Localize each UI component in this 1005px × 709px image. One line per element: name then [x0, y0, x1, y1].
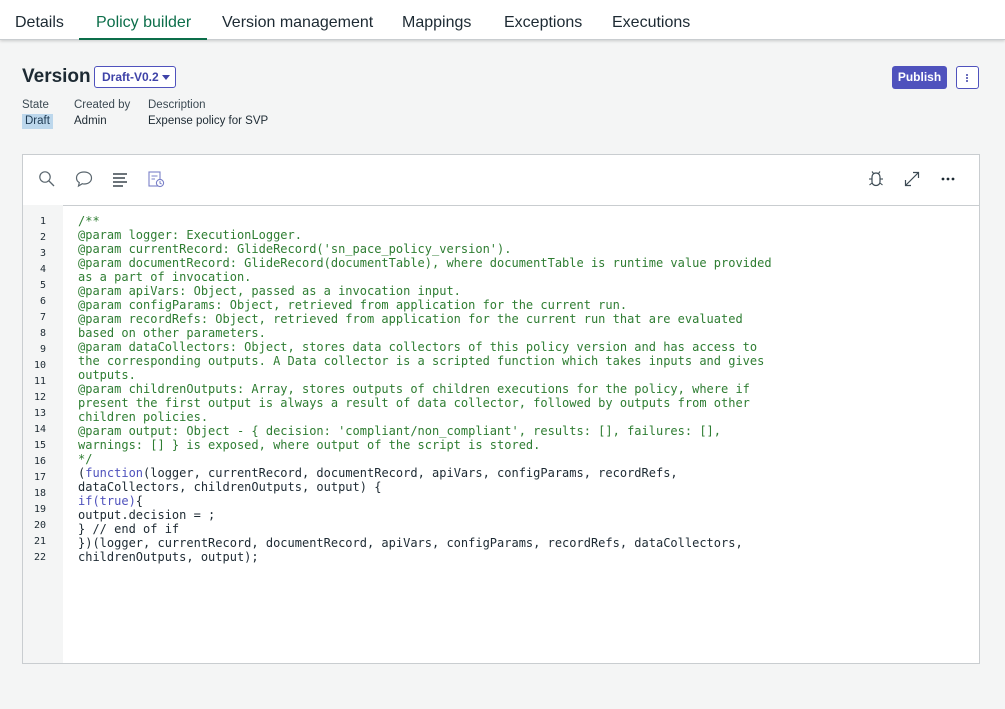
description-value: Expense policy for SVP: [148, 115, 269, 127]
line-number: 15: [33, 440, 46, 451]
code-line: })(logger, currentRecord, documentRecord…: [78, 536, 743, 550]
line-number: 10: [33, 360, 46, 371]
line-number: 21: [33, 536, 46, 547]
tab-bar: Details Policy builder Version managemen…: [0, 0, 1005, 40]
line-number: 16: [33, 456, 46, 467]
code-line: @param apiVars: Object, passed as a invo…: [78, 284, 461, 298]
line-number: 2: [39, 232, 46, 243]
line-number: 1: [39, 216, 46, 227]
code-line: (function(logger, currentRecord, documen…: [78, 466, 678, 480]
version-select-value: Draft-V0.2: [102, 70, 159, 84]
code-line: /**: [78, 214, 100, 228]
code-line: dataCollectors, childrenOutputs, output)…: [78, 480, 382, 494]
publish-button[interactable]: Publish: [892, 66, 947, 89]
tab-exceptions[interactable]: Exceptions: [504, 0, 582, 39]
code-line: outputs.: [78, 368, 136, 382]
code-line: @param recordRefs: Object, retrieved fro…: [78, 312, 743, 326]
line-number: 9: [39, 344, 46, 355]
script-editor: 1 2 3 4 5 6 7 8 9 10 11 12 13 14 15 16 1…: [22, 154, 980, 664]
code-line: children policies.: [78, 410, 209, 424]
code-line: present the first output is always a res…: [78, 396, 750, 410]
keyword: if(true): [78, 494, 136, 508]
line-number: 22: [33, 552, 46, 563]
tab-mappings[interactable]: Mappings: [402, 0, 471, 39]
version-title: Version: [22, 66, 91, 87]
code-line: warnings: [] } is exposed, where output …: [78, 438, 541, 452]
line-number: 8: [39, 328, 46, 339]
more-vertical-icon[interactable]: [956, 66, 979, 89]
code-line: } // end of if: [78, 522, 180, 536]
state-badge: Draft: [22, 114, 53, 129]
caret-down-icon: [162, 75, 170, 80]
line-number: 11: [33, 376, 46, 387]
code-line: @param dataCollectors: Object, stores da…: [78, 340, 758, 354]
line-number: 5: [39, 280, 46, 291]
line-number: 7: [39, 312, 46, 323]
code-line: if(true){: [78, 494, 144, 508]
expand-icon[interactable]: [902, 169, 922, 189]
tab-executions[interactable]: Executions: [612, 0, 690, 39]
code-line: */: [78, 452, 93, 466]
line-number: 4: [39, 264, 46, 275]
more-horizontal-icon[interactable]: [938, 169, 958, 189]
code-line: as a part of invocation.: [78, 270, 252, 284]
line-number: 6: [39, 296, 46, 307]
code-line: @param output: Object - { decision: 'com…: [78, 424, 721, 438]
debug-icon[interactable]: [866, 169, 886, 189]
line-number-gutter: 1 2 3 4 5 6 7 8 9 10 11 12 13 14 15 16 1…: [23, 205, 63, 663]
line-number: 18: [33, 488, 46, 499]
code-line: @param childrenOutputs: Array, stores ou…: [78, 382, 750, 396]
line-number: 13: [33, 408, 46, 419]
created-by-label: Created by: [74, 99, 131, 111]
tab-version-management[interactable]: Version management: [222, 0, 373, 39]
line-number: 19: [33, 504, 46, 515]
search-icon[interactable]: [37, 169, 57, 189]
code-line: output.decision = ;: [78, 508, 216, 522]
tab-details[interactable]: Details: [15, 0, 64, 39]
state-label: State: [22, 99, 49, 111]
code-line: @param logger: ExecutionLogger.: [78, 228, 302, 242]
code-line: @param documentRecord: GlideRecord(docum…: [78, 256, 772, 270]
code-line: based on other parameters.: [78, 326, 266, 340]
code-line: the corresponding outputs. A Data collec…: [78, 354, 765, 368]
line-number: 12: [33, 392, 46, 403]
line-number: 3: [39, 248, 46, 259]
code-line: childrenOutputs, output);: [78, 550, 259, 564]
line-number: 20: [33, 520, 46, 531]
editor-toolbar: [23, 155, 979, 206]
created-by-value: Admin: [74, 115, 107, 127]
version-select[interactable]: Draft-V0.2: [94, 66, 176, 88]
code-line: @param configParams: Object, retrieved f…: [78, 298, 628, 312]
code-line: @param currentRecord: GlideRecord('sn_pa…: [78, 242, 512, 256]
format-icon[interactable]: [110, 169, 130, 189]
description-label: Description: [148, 99, 206, 111]
line-number: 17: [33, 472, 46, 483]
tab-policy-builder[interactable]: Policy builder: [78, 0, 208, 40]
comment-icon[interactable]: [74, 169, 94, 189]
history-icon[interactable]: [146, 169, 166, 189]
line-number: 14: [33, 424, 46, 435]
keyword: function: [85, 466, 144, 480]
